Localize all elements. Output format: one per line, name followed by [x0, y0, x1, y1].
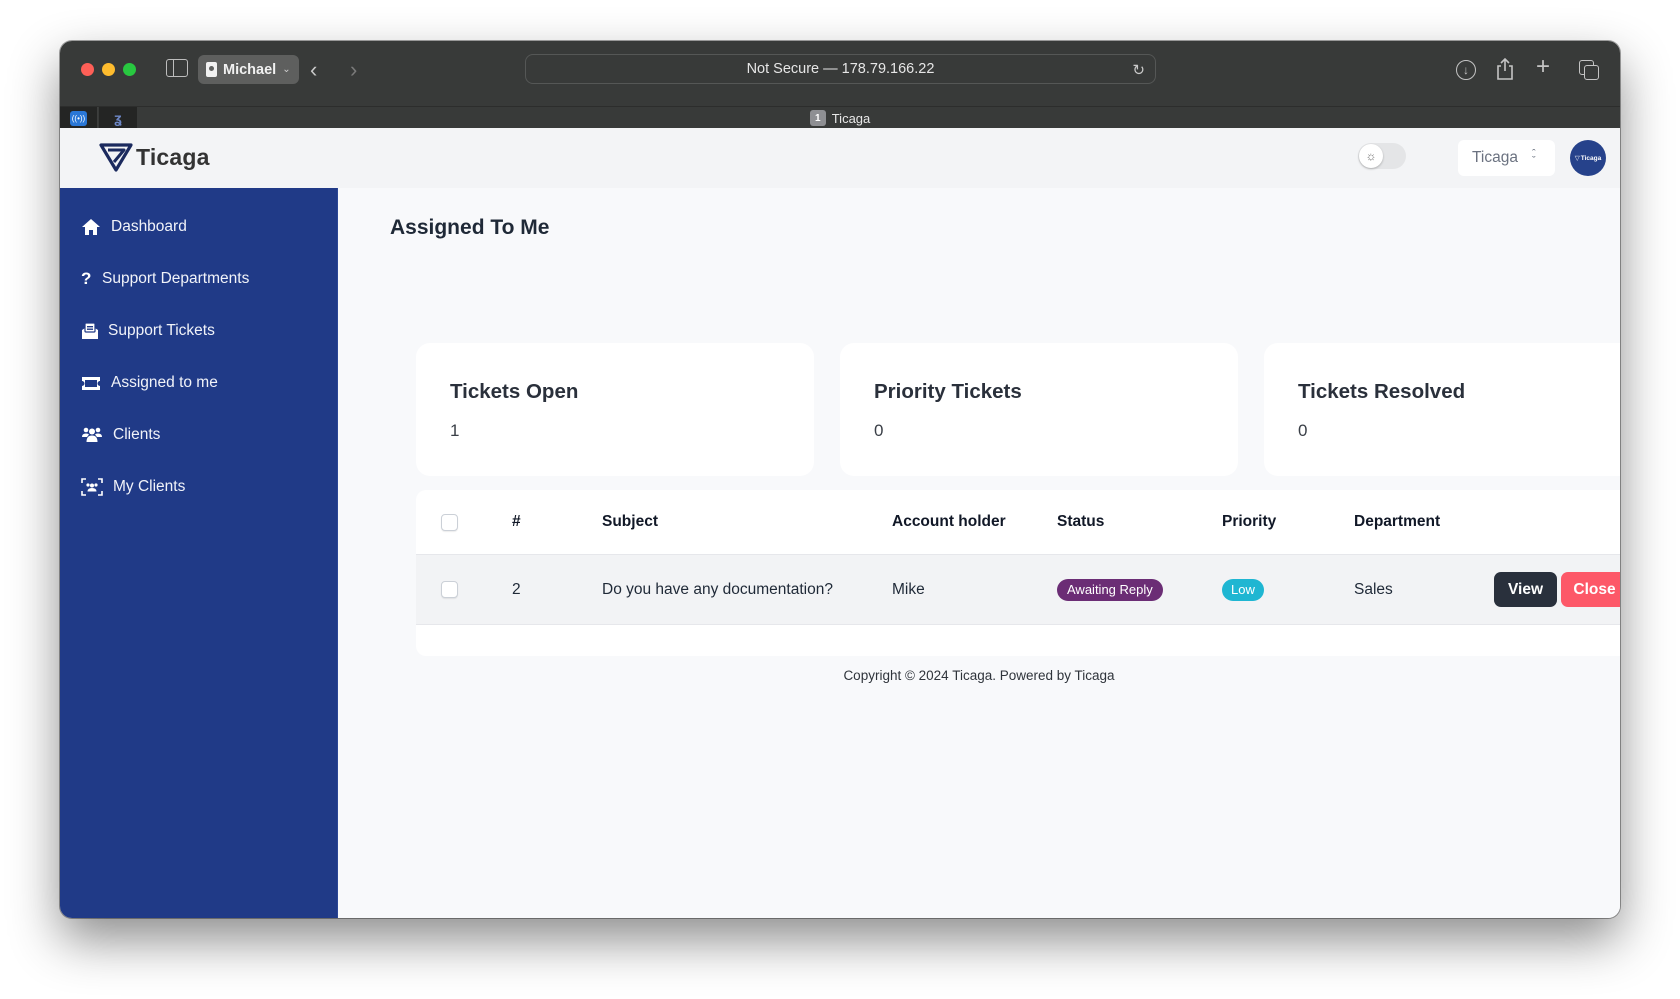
avatar-logo-icon: ▽	[1574, 155, 1580, 162]
stat-card-priority-tickets: Priority Tickets 0	[840, 343, 1238, 476]
brand-logo[interactable]: Ticaga	[99, 142, 210, 172]
row-select-cell	[441, 555, 458, 624]
column-header-subject[interactable]: Subject	[602, 490, 658, 554]
column-header-account-holder[interactable]: Account holder	[892, 490, 1006, 554]
sidebar: Dashboard ? Support Departments Support …	[60, 188, 338, 918]
chevron-up-down-icon: ˆˇ	[1531, 148, 1536, 167]
organization-select[interactable]: Ticaga ˆˇ	[1458, 140, 1555, 176]
stat-label: Tickets Resolved	[1298, 380, 1466, 403]
url-text: Not Secure — 178.79.166.22	[746, 61, 935, 77]
column-header-id[interactable]: #	[512, 490, 521, 554]
ticaga-logo-icon	[99, 143, 133, 172]
ticket-id: 2	[512, 580, 521, 598]
browser-toolbar: Michael ⌄ ‹ › Not Secure — 178.79.166.22…	[60, 41, 1620, 106]
stat-label: Tickets Open	[450, 380, 579, 403]
sidebar-toggle-icon[interactable]	[166, 59, 188, 77]
table-row: 2 Do you have any documentation? Mike Aw…	[416, 555, 1620, 625]
users-viewfinder-icon	[81, 478, 104, 496]
profile-name: Michael	[223, 61, 277, 78]
forward-arrow-icon[interactable]: ›	[350, 57, 357, 83]
row-actions: View Close	[1494, 555, 1620, 624]
row-checkbox[interactable]	[441, 581, 458, 598]
ticket-icon	[81, 376, 102, 391]
sidebar-item-support-tickets[interactable]: Support Tickets	[81, 316, 215, 346]
back-arrow-icon[interactable]: ‹	[310, 57, 317, 83]
stat-card-tickets-open: Tickets Open 1	[416, 343, 814, 476]
download-icon[interactable]: ↓	[1456, 60, 1476, 80]
main-content: Assigned To Me Tickets Open 1 Priority T…	[338, 188, 1620, 918]
question-icon: ?	[81, 269, 92, 288]
sidebar-item-my-clients[interactable]: My Clients	[81, 472, 185, 502]
share-icon[interactable]	[1496, 58, 1514, 80]
page-footer: Copyright © 2024 Ticaga. Powered by Tica…	[843, 668, 1115, 683]
home-icon	[81, 218, 102, 236]
app-header: Ticaga ☼ Ticaga ˆˇ ▽ Ticaga	[60, 128, 1620, 188]
minimize-window-button[interactable]	[102, 63, 115, 76]
status-badge: Awaiting Reply	[1057, 578, 1163, 601]
person-badge-icon	[206, 62, 217, 77]
ticket-subject[interactable]: Do you have any documentation?	[602, 555, 833, 624]
close-window-button[interactable]	[81, 63, 94, 76]
avatar-label: Ticaga	[1580, 154, 1602, 162]
ticket-department: Sales	[1354, 580, 1393, 598]
select-all-cell	[441, 490, 458, 554]
brand-name: Ticaga	[136, 143, 210, 170]
zoom-window-button[interactable]	[123, 63, 136, 76]
tab-bar: ((•)) ʓ 1 Ticaga	[60, 106, 1620, 129]
close-ticket-button[interactable]: Close	[1561, 572, 1620, 607]
stat-value: 0	[1298, 421, 1308, 440]
new-tab-icon[interactable]: +	[1536, 53, 1550, 81]
reload-icon[interactable]: ↻	[1132, 61, 1145, 79]
sidebar-item-label: Dashboard	[111, 218, 187, 235]
sidebar-item-support-departments[interactable]: ? Support Departments	[81, 264, 249, 294]
address-bar[interactable]: Not Secure — 178.79.166.22 ↻	[525, 54, 1156, 84]
sidebar-item-clients[interactable]: Clients	[81, 420, 160, 450]
chevron-down-icon: ⌄	[282, 64, 291, 75]
sidebar-item-label: Support Departments	[102, 270, 250, 287]
sidebar-item-assigned-to-me[interactable]: Assigned to me	[81, 368, 218, 398]
view-ticket-button[interactable]: View	[1494, 572, 1557, 607]
stat-value: 1	[450, 421, 460, 440]
sidebar-item-label: Assigned to me	[111, 374, 218, 391]
table-header-row: # Subject Account holder Status Priority…	[416, 490, 1620, 555]
organization-select-value: Ticaga	[1472, 149, 1518, 166]
tickets-table: # Subject Account holder Status Priority…	[416, 490, 1620, 656]
sidebar-item-label: My Clients	[113, 478, 186, 495]
sidebar-item-dashboard[interactable]: Dashboard	[81, 212, 187, 242]
users-icon	[81, 427, 104, 443]
priority-cell: Low	[1222, 555, 1264, 624]
column-header-department[interactable]: Department	[1354, 490, 1440, 554]
column-header-status[interactable]: Status	[1057, 490, 1104, 554]
browser-window: Michael ⌄ ‹ › Not Secure — 178.79.166.22…	[60, 41, 1620, 918]
select-all-checkbox[interactable]	[441, 513, 458, 531]
stat-value: 0	[874, 421, 884, 440]
tab-overview-icon[interactable]	[1579, 60, 1599, 80]
user-avatar[interactable]: ▽ Ticaga	[1570, 140, 1606, 176]
tab-title: Ticaga	[831, 110, 871, 126]
page-title: Assigned To Me	[390, 216, 550, 239]
profile-switcher[interactable]: Michael ⌄	[198, 55, 299, 84]
priority-badge: Low	[1222, 578, 1264, 601]
column-header-priority[interactable]: Priority	[1222, 490, 1276, 554]
sidebar-item-label: Support Tickets	[108, 322, 215, 339]
theme-toggle[interactable]: ☼	[1358, 143, 1406, 169]
active-tab[interactable]: 1 Ticaga	[60, 107, 1620, 129]
ticket-account-holder: Mike	[892, 580, 925, 598]
sun-icon: ☼	[1359, 144, 1383, 168]
tab-number-badge: 1	[809, 110, 826, 126]
stat-label: Priority Tickets	[874, 380, 1022, 403]
stat-card-tickets-resolved: Tickets Resolved 0	[1264, 343, 1620, 476]
sidebar-item-label: Clients	[113, 426, 161, 443]
envelope-open-icon	[81, 322, 99, 340]
status-cell: Awaiting Reply	[1057, 555, 1163, 624]
